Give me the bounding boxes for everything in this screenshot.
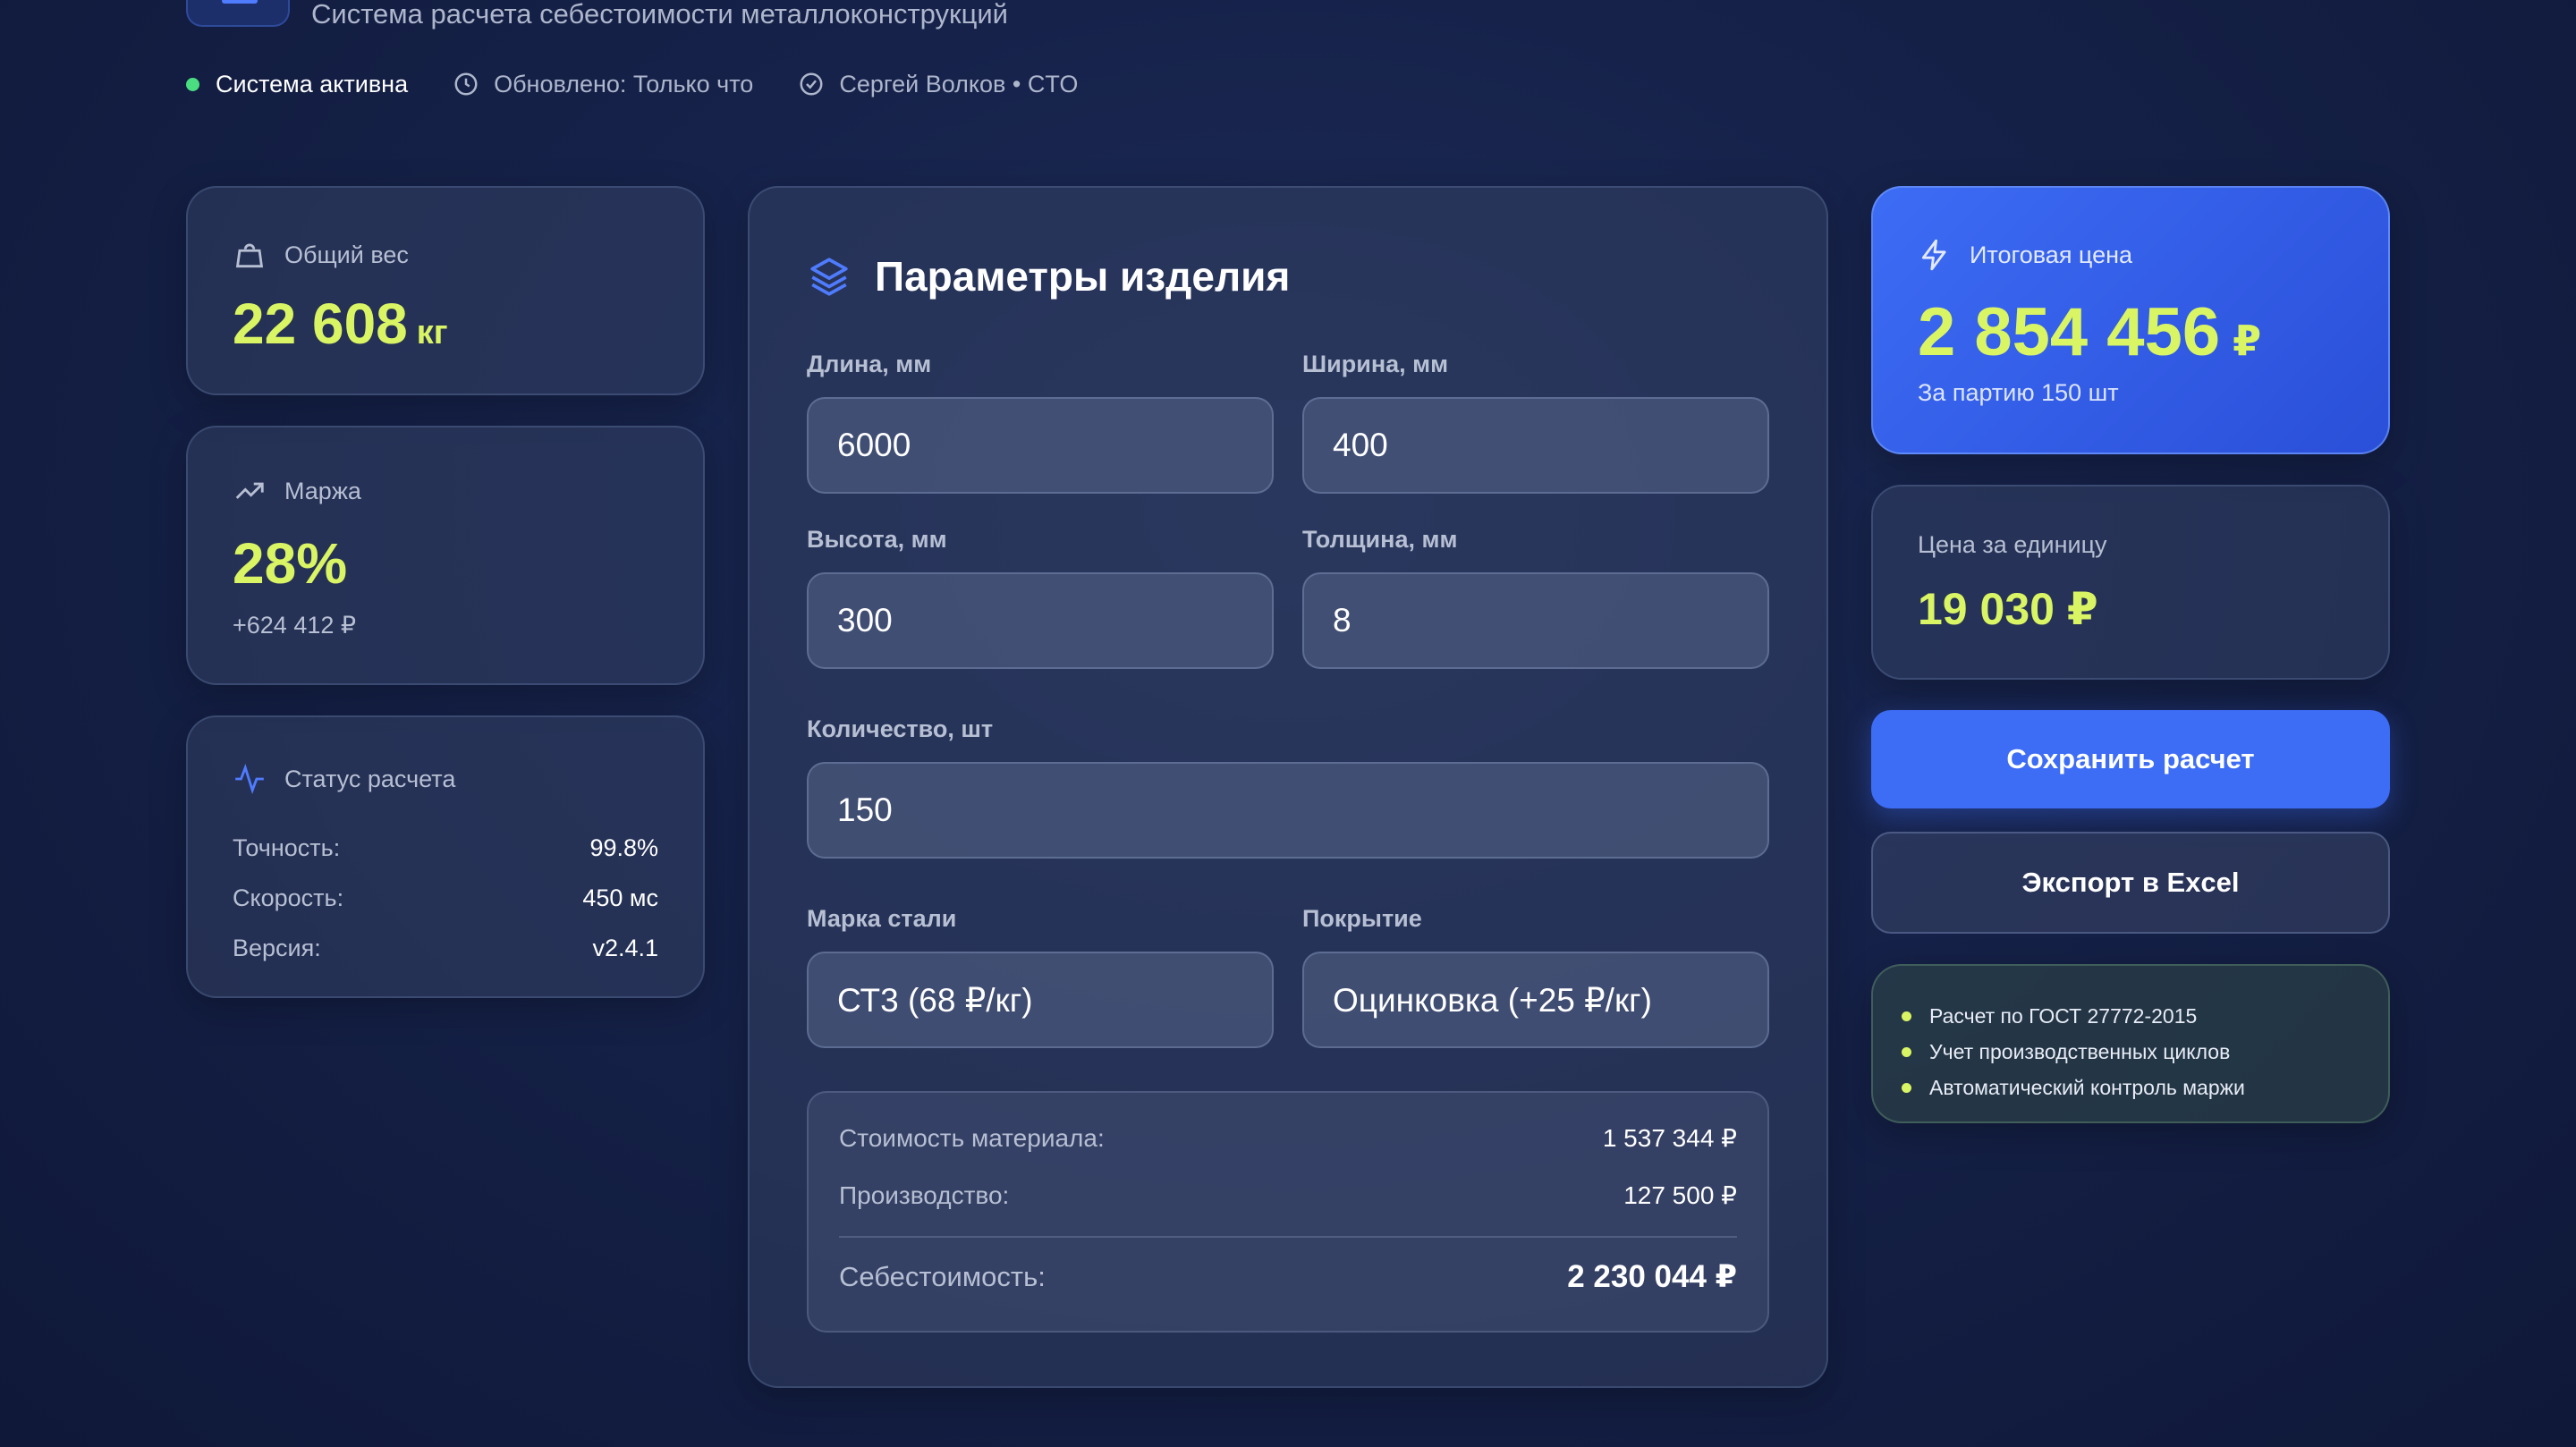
save-calculation-button[interactable]: Сохранить расчет: [1871, 710, 2390, 808]
stat-value: 450 мс: [582, 884, 658, 911]
user-label: Сергей Волков • CTO: [839, 70, 1079, 97]
coating-select[interactable]: Оцинковка (+25 ₽/кг): [1302, 952, 1769, 1048]
status-stats: Точность: 99.8% Скорость: 450 мс Версия:…: [233, 823, 658, 973]
total-price-label: Итоговая цена: [1970, 241, 2133, 268]
total-price-currency: ₽: [2233, 317, 2262, 364]
bullet-icon: [1902, 1082, 1911, 1093]
app-subtitle: Система расчета себестоимости металлокон…: [311, 0, 1008, 30]
clock-icon: [454, 72, 478, 96]
app-logo: [186, 0, 290, 27]
total-price-value: 2 854 456: [1918, 294, 2221, 370]
material-cost-value: 1 537 344 ₽: [1602, 1124, 1737, 1152]
weight-bag-icon: [235, 243, 264, 268]
calculation-status-card: Статус расчета Точность: 99.8% Скорость:…: [186, 715, 705, 998]
bullet-icon: [1902, 1011, 1911, 1021]
total-weight-value: 22 608: [233, 292, 408, 356]
calculation-status-label: Статус расчета: [284, 765, 456, 792]
feature-text: Расчет по ГОСТ 27772-2015: [1929, 1003, 2198, 1028]
feature-text: Автоматический контроль маржи: [1929, 1075, 2245, 1099]
length-label: Длина, мм: [807, 351, 932, 377]
production-cost-row: Производство: 127 500 ₽: [839, 1180, 1737, 1210]
features-card: Расчет по ГОСТ 27772-2015 Учет производс…: [1871, 964, 2390, 1123]
features-list: Расчет по ГОСТ 27772-2015 Учет производс…: [1902, 998, 2245, 1105]
margin-amount: +624 412 ₽: [233, 612, 357, 639]
coating-label: Покрытие: [1302, 905, 1422, 932]
steel-grade-label: Марка стали: [807, 905, 957, 932]
width-input[interactable]: [1302, 397, 1769, 494]
lightning-icon: [1921, 239, 1946, 271]
margin-header: Маржа: [233, 474, 361, 508]
thickness-input[interactable]: [1302, 572, 1769, 669]
user-info: Сергей Волков • CTO: [798, 71, 1078, 98]
total-price-batch: За партию 150 шт: [1918, 379, 2119, 406]
quantity-input[interactable]: [807, 762, 1769, 859]
bullet-icon: [1902, 1046, 1911, 1057]
params-title: Параметры изделия: [807, 252, 1290, 300]
length-input[interactable]: [807, 397, 1274, 494]
steel-grade-select[interactable]: СТ3 (68 ₽/кг): [807, 952, 1274, 1048]
list-item: Автоматический контроль маржи: [1902, 1070, 2245, 1105]
production-cost-label: Производство:: [839, 1180, 1010, 1209]
status-bar: Система активна Обновлено: Только что Се…: [186, 66, 1123, 102]
width-label: Ширина, мм: [1302, 351, 1449, 377]
total-weight-value-wrap: 22 608 кг: [233, 295, 448, 352]
unit-price-value: 19 030 ₽: [1918, 584, 2098, 634]
cost-summary: Стоимость материала: 1 537 344 ₽ Произво…: [807, 1091, 1769, 1333]
layers-icon: [810, 258, 848, 296]
update-status: Обновлено: Только что: [453, 71, 753, 98]
unit-price-card: Цена за единицу 19 030 ₽: [1871, 485, 2390, 680]
system-status: Система активна: [186, 71, 408, 98]
margin-card: Маржа 28% +624 412 ₽: [186, 426, 705, 685]
system-status-label: Система активна: [216, 70, 409, 97]
stat-row-speed: Скорость: 450 мс: [233, 873, 658, 923]
stat-value: 99.8%: [589, 834, 658, 861]
production-cost-value: 127 500 ₽: [1623, 1181, 1737, 1209]
feature-text: Учет производственных циклов: [1929, 1039, 2231, 1063]
material-cost-row: Стоимость материала: 1 537 344 ₽: [839, 1123, 1737, 1153]
cost-price-row: Себестоимость: 2 230 044 ₽: [839, 1259, 1737, 1295]
margin-value: 28%: [233, 531, 348, 596]
activity-icon: [235, 763, 264, 795]
cost-price-value: 2 230 044 ₽: [1567, 1259, 1737, 1294]
params-title-text: Параметры изделия: [875, 253, 1291, 300]
unit-price-label: Цена за единицу: [1918, 531, 2107, 558]
height-input[interactable]: [807, 572, 1274, 669]
stat-key: Скорость:: [233, 884, 344, 911]
calculation-status-header: Статус расчета: [233, 762, 455, 796]
cost-price-label: Себестоимость:: [839, 1261, 1046, 1292]
stat-key: Версия:: [233, 934, 321, 961]
total-price-header: Итоговая цена: [1918, 238, 2132, 272]
total-weight-label: Общий вес: [284, 241, 409, 268]
total-price-card: Итоговая цена 2 854 456 ₽ За партию 150 ш…: [1871, 186, 2390, 454]
trending-up-icon: [235, 482, 264, 499]
total-weight-unit: кг: [416, 314, 448, 351]
quantity-label: Количество, шт: [807, 715, 994, 742]
update-status-label: Обновлено: Только что: [494, 70, 754, 97]
stat-key: Точность:: [233, 834, 341, 861]
list-item: Расчет по ГОСТ 27772-2015: [1902, 998, 2245, 1034]
stat-row-accuracy: Точность: 99.8%: [233, 823, 658, 873]
check-circle-icon: [800, 72, 823, 96]
material-cost-label: Стоимость материала:: [839, 1123, 1105, 1152]
stat-value: v2.4.1: [592, 934, 658, 961]
total-price-value-wrap: 2 854 456 ₽: [1918, 299, 2261, 367]
margin-label: Маржа: [284, 477, 361, 504]
list-item: Учет производственных циклов: [1902, 1034, 2245, 1070]
product-params-card: Параметры изделия Длина, мм Ширина, мм В…: [748, 186, 1828, 1388]
height-label: Высота, мм: [807, 526, 947, 553]
summary-divider: [839, 1236, 1737, 1238]
total-weight-card: Общий вес 22 608 кг: [186, 186, 705, 395]
stat-row-version: Версия: v2.4.1: [233, 923, 658, 973]
export-excel-button[interactable]: Экспорт в Excel: [1871, 832, 2390, 934]
status-dot-icon: [186, 77, 199, 91]
thickness-label: Толщина, мм: [1302, 526, 1458, 553]
total-weight-header: Общий вес: [233, 238, 409, 272]
